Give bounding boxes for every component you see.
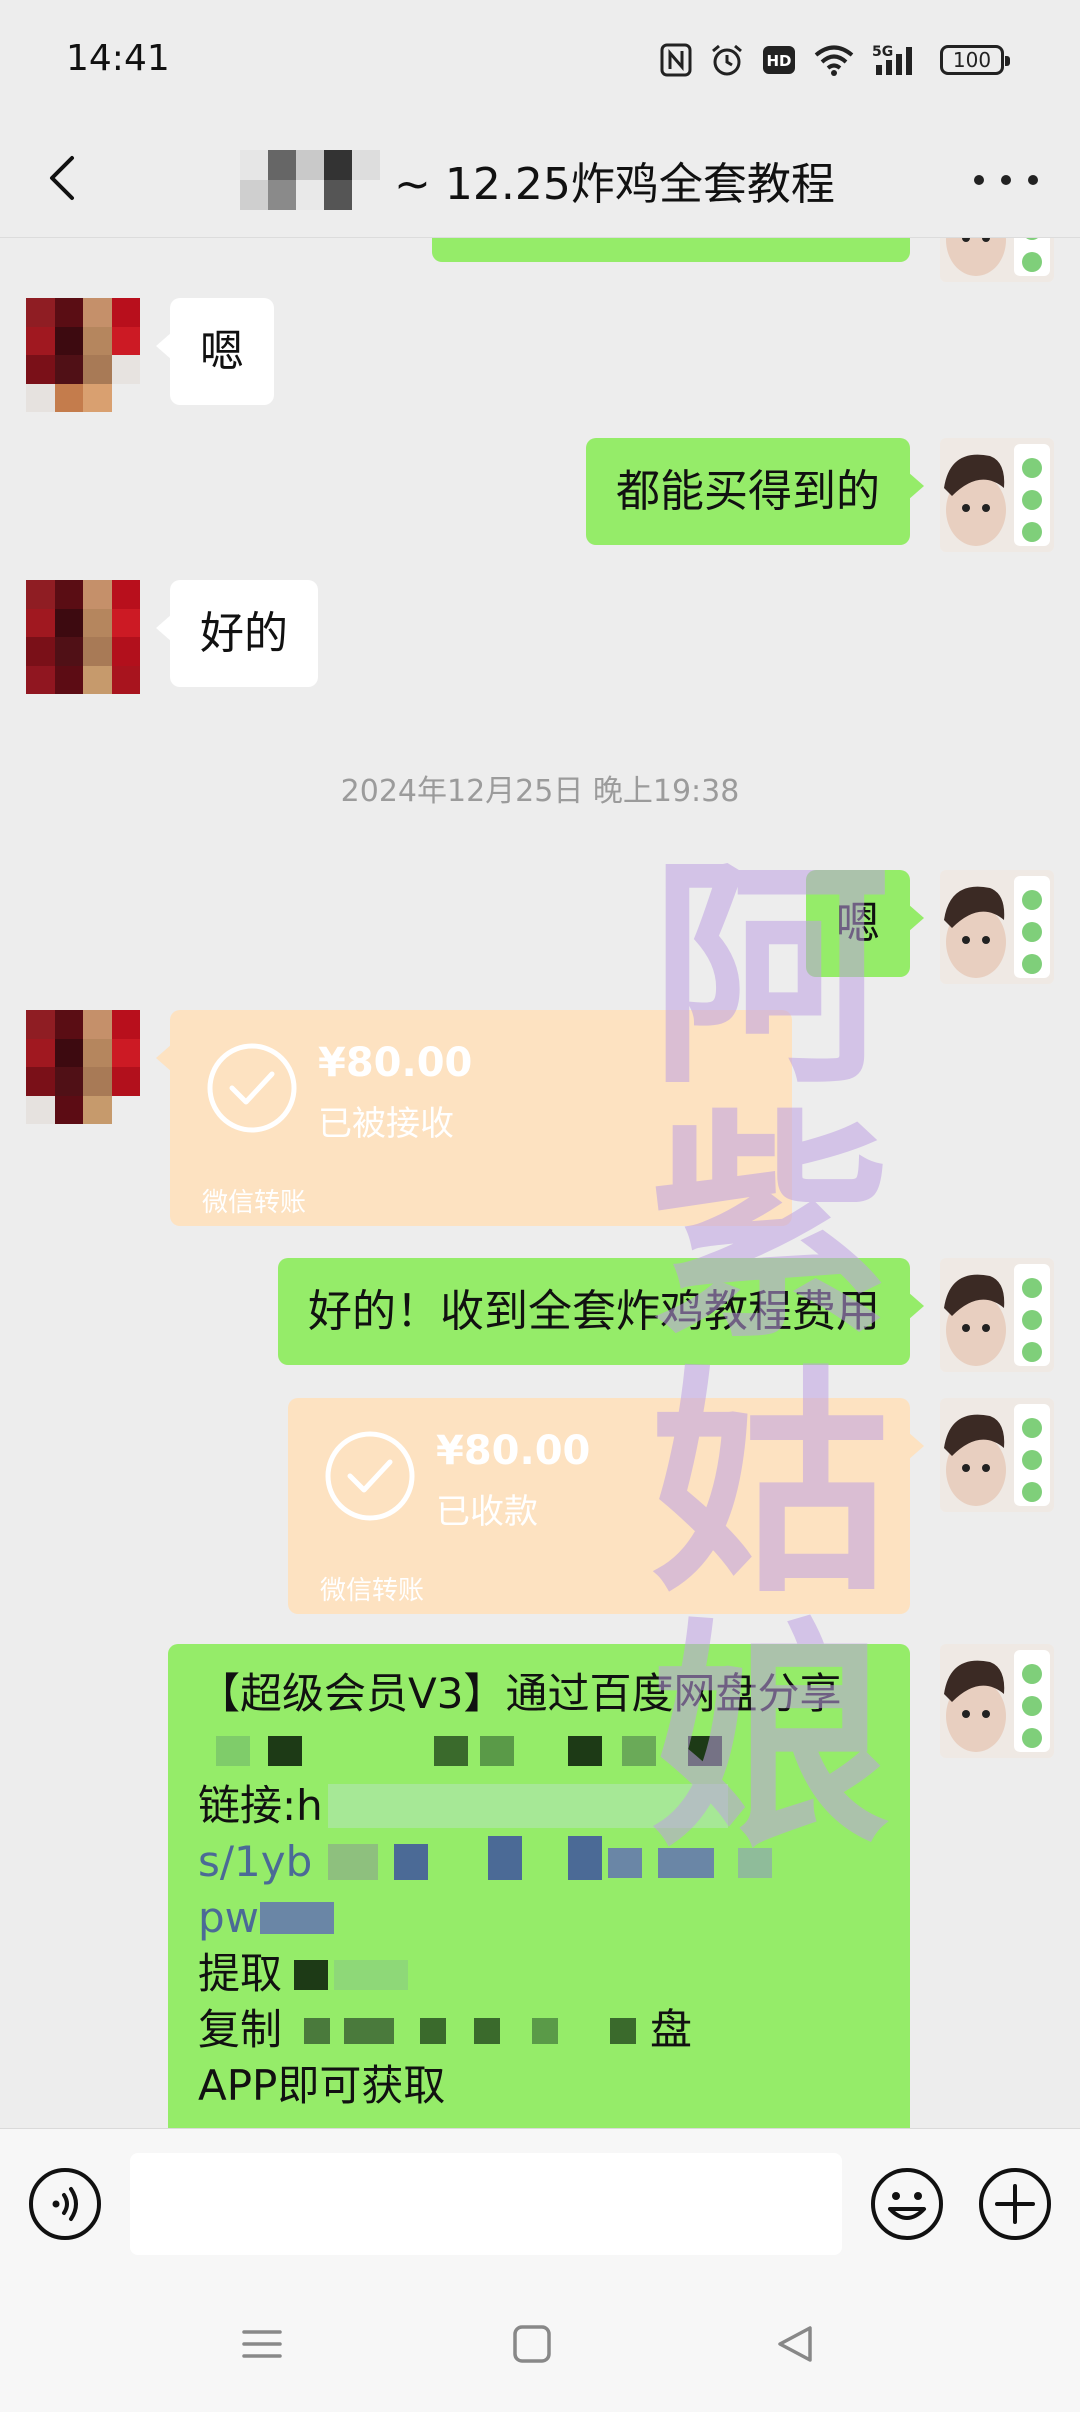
avatar-contact[interactable] xyxy=(26,580,140,694)
home-icon xyxy=(513,2325,551,2363)
nav-menu-button[interactable] xyxy=(238,2320,286,2368)
alarm-icon xyxy=(710,43,744,77)
back-triangle-icon xyxy=(778,2326,812,2362)
share-copy-instruction: 复制 盘 xyxy=(198,2005,693,2054)
plus-icon xyxy=(979,2168,1051,2240)
message-list[interactable]: 嗯 都能买得到的 好的 2024年12月25日 晚上19:38 嗯 ¥80.00… xyxy=(0,238,1080,2128)
message-bubble-text[interactable]: 嗯 xyxy=(156,298,274,405)
back-button[interactable] xyxy=(36,146,96,210)
redacted-line xyxy=(198,1722,880,1778)
avatar-self[interactable] xyxy=(940,238,1054,282)
signal-5g-icon: 5G xyxy=(872,43,922,77)
share-link-message[interactable]: 【超级会员V3】通过百度网盘分享 链接:h s/1yb pw 提取 复制 盘 A… xyxy=(168,1644,910,2128)
share-link-password: pw xyxy=(198,1890,880,1946)
nav-home-button[interactable] xyxy=(508,2320,556,2368)
chat-title: ~ 12.25炸鸡全套教程 xyxy=(240,148,860,212)
emoji-icon xyxy=(871,2168,943,2240)
chat-header: ~ 12.25炸鸡全套教程 xyxy=(0,120,1080,238)
status-bar: 14:41 HD 5G 100 xyxy=(0,0,1080,120)
emoji-button[interactable] xyxy=(868,2165,946,2243)
chat-title-text: ~ 12.25炸鸡全套教程 xyxy=(394,159,835,210)
share-extract-code: 提取 xyxy=(198,1946,880,2002)
share-link-label: 链接:h xyxy=(198,1778,880,1834)
chevron-left-icon xyxy=(50,156,74,200)
avatar-self[interactable] xyxy=(940,870,1054,984)
avatar-contact[interactable] xyxy=(26,1010,140,1124)
voice-icon xyxy=(29,2168,101,2240)
battery-indicator: 100 xyxy=(940,45,1010,75)
transfer-card-received[interactable]: ¥80.00 已被接收 微信转账 xyxy=(156,1010,792,1226)
message-bubble-text[interactable]: 嗯 xyxy=(806,870,924,977)
time-divider: 2024年12月25日 晚上19:38 xyxy=(340,774,740,809)
status-icons: HD 5G 100 xyxy=(660,40,1010,80)
menu-icon xyxy=(242,2330,282,2358)
more-actions-button[interactable] xyxy=(976,2165,1054,2243)
transfer-amount: ¥80.00 xyxy=(436,1428,591,1474)
avatar-contact[interactable] xyxy=(26,298,140,412)
transfer-status: 已被接收 xyxy=(318,1104,454,1144)
svg-text:5G: 5G xyxy=(872,44,893,60)
transfer-status: 已收款 xyxy=(436,1492,538,1532)
svg-text:HD: HD xyxy=(766,52,791,70)
voice-button[interactable] xyxy=(26,2165,104,2243)
transfer-card-collected[interactable]: ¥80.00 已收款 微信转账 xyxy=(288,1398,924,1614)
message-bubble-text[interactable]: 好的！收到全套炸鸡教程费用 xyxy=(278,1258,924,1365)
redacted-contact-name xyxy=(240,150,380,210)
message-bubble-text[interactable]: 都能买得到的 xyxy=(586,438,924,545)
share-line-title: 【超级会员V3】通过百度网盘分享 xyxy=(198,1669,842,1718)
check-circle-icon xyxy=(325,1431,415,1521)
system-nav-bar xyxy=(0,2278,1080,2412)
input-bar xyxy=(0,2128,1080,2278)
avatar-self[interactable] xyxy=(940,1398,1054,1512)
more-button[interactable] xyxy=(974,170,1038,190)
nav-back-button[interactable] xyxy=(772,2320,820,2368)
transfer-footer: 微信转账 xyxy=(320,1576,425,1606)
more-icon xyxy=(974,175,984,185)
message-bubble-partial[interactable] xyxy=(432,238,910,262)
status-time: 14:41 xyxy=(66,38,170,79)
avatar-self[interactable] xyxy=(940,1258,1054,1372)
avatar-self[interactable] xyxy=(940,1644,1054,1758)
share-link-url[interactable]: s/1yb xyxy=(198,1834,880,1890)
wifi-icon xyxy=(814,44,854,76)
hd-icon: HD xyxy=(762,45,796,75)
message-input[interactable] xyxy=(130,2153,842,2255)
avatar-self[interactable] xyxy=(940,438,1054,552)
transfer-footer: 微信转账 xyxy=(202,1188,307,1218)
nfc-icon xyxy=(660,43,692,77)
share-app-instruction: APP即可获取 xyxy=(198,2061,446,2110)
check-circle-icon xyxy=(207,1043,297,1133)
transfer-amount: ¥80.00 xyxy=(318,1040,473,1086)
message-bubble-text[interactable]: 好的 xyxy=(156,580,318,687)
